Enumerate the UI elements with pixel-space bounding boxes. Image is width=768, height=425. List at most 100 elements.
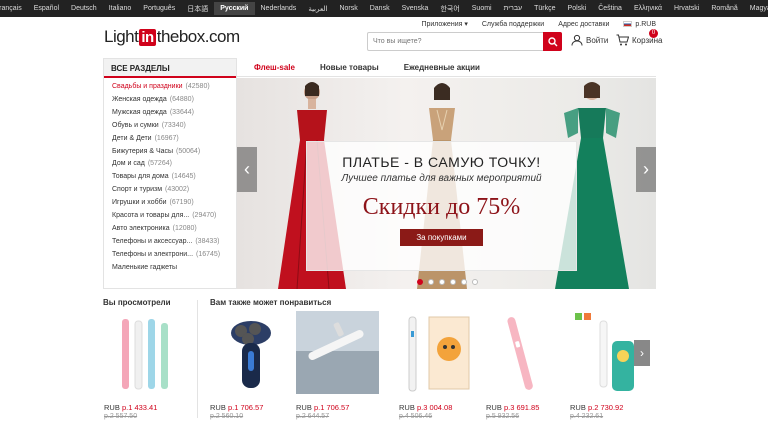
category-item[interactable]: Обувь и сумки (73340) [112,120,236,133]
category-count: (38433) [195,237,220,245]
category-count: (64880) [169,95,194,103]
language-link[interactable]: Magyar [744,5,768,12]
category-name: Обувь и сумки [112,121,159,129]
product-price: RUB р.1 706.57 [210,403,293,412]
banner-dot[interactable] [417,279,423,285]
language-link[interactable]: Română [705,5,743,12]
toothbrush-pastel-icon[interactable] [104,311,187,394]
language-link[interactable]: Italiano [103,5,138,12]
cart-label: Корзина [632,35,663,45]
category-item[interactable]: Женская одежда (64880) [112,94,236,107]
category-item[interactable]: Маленькие гаджеты [112,262,236,275]
category-count: (67190) [169,199,194,207]
login-link[interactable]: Войти [571,34,608,46]
category-item[interactable]: Телефоны и аксессуар... (38433) [112,236,236,249]
banner-dot[interactable] [472,279,478,285]
banner-dot[interactable] [428,279,434,285]
language-link[interactable]: 한국어 [434,4,465,14]
category-item[interactable]: Свадьбы и праздники (42580) [112,81,236,94]
recommended-title: Вам также может понравиться [210,298,332,307]
category-item[interactable]: Товары для дома (14645) [112,171,236,184]
category-count: (50064) [176,147,201,155]
product-price: RUB р.3 004.08 [399,403,482,412]
cart-count-badge: 0 [649,29,658,38]
category-name: Дети & Дети [112,134,152,142]
category-item[interactable]: Игрушки и хобби (67190) [112,197,236,210]
category-count: (16967) [154,134,179,142]
language-link[interactable]: Ελληνικά [628,5,668,12]
top-links: Приложения ▾ Служба поддержки Адрес дост… [421,17,656,31]
category-count: (57264) [147,160,172,168]
category-list: Свадьбы и праздники (42580) Женская одежда… [104,78,236,275]
apps-menu[interactable]: Приложения ▾ [421,20,467,28]
category-item[interactable]: Дети & Дети (16967) [112,133,236,146]
site-logo[interactable]: Light in thebox.com [104,27,240,47]
product-card[interactable]: RUB р.1 706.57 р.2 644.57 [296,311,379,420]
product-card[interactable]: RUB р.3 691.85 р.5 932.56 [486,311,569,420]
carousel-next-button[interactable]: › [634,340,650,366]
category-count: (73340) [161,121,186,129]
search-bar [367,32,562,51]
category-item[interactable]: Спорт и туризм (43002) [112,184,236,197]
cart-link[interactable]: Корзина 0 [616,29,663,46]
login-label: Войти [586,35,609,45]
language-link[interactable]: Hrvatski [668,5,705,12]
category-item[interactable]: Авто электроника (12080) [112,223,236,236]
shop-now-button[interactable]: За покупками [400,229,483,246]
language-link[interactable]: Español [28,5,65,12]
language-link[interactable]: Suomi [466,5,498,12]
tab-flash-sale[interactable]: Флеш-sale [254,58,295,76]
language-link[interactable]: Português [137,5,181,12]
logo-text-light: Light [104,27,139,46]
language-link[interactable]: עברית [498,5,529,12]
language-link[interactable]: Svenska [396,5,435,12]
section-divider [197,300,198,418]
product-old-price: р.5 932.56 [486,413,520,420]
category-item[interactable]: Телефоны и электрони... (16745) [112,249,236,262]
currency-code: RUB [486,403,502,412]
language-link[interactable]: Čeština [592,5,628,12]
toothbrush-box-icon[interactable] [399,311,482,394]
electric-shaver-icon[interactable] [210,311,293,394]
category-item[interactable]: Бижутерия & Часы (50064) [112,146,236,159]
language-link[interactable]: Dansk [364,5,396,12]
language-link[interactable]: Türkçe [528,5,561,12]
language-link[interactable]: Norsk [333,5,363,12]
banner-dot[interactable] [461,279,467,285]
shipping-address[interactable]: Адрес доставки [558,21,609,28]
hero-banner[interactable]: ПЛАТЬЕ - В САМУЮ ТОЧКУ! Лучшее платье дл… [237,78,656,289]
banner-dot[interactable] [450,279,456,285]
search-input[interactable] [368,33,543,50]
tab-new-products[interactable]: Новые товары [320,58,379,76]
search-button[interactable] [543,32,562,51]
language-link[interactable]: Русский [214,2,255,15]
promo-headline: ПЛАТЬЕ - В САМУЮ ТОЧКУ! [342,154,541,170]
category-name: Игрушки и хобби [112,199,167,207]
language-link[interactable]: 日本語 [181,4,214,14]
product-card[interactable]: RUB р.1 706.57 р.2 560.10 [210,311,293,420]
language-link[interactable]: Français [0,5,28,12]
product-price: RUB р.1 433.41 [104,403,187,412]
banner-next-button[interactable]: › [636,147,656,192]
category-item[interactable]: Красота и товары для... (29470) [112,210,236,223]
promo-card: ПЛАТЬЕ - В САМУЮ ТОЧКУ! Лучшее платье дл… [306,141,577,271]
tab-daily-deals[interactable]: Ежедневные акции [404,58,480,76]
toothbrush-pink-icon[interactable] [486,311,569,394]
banner-prev-button[interactable]: ‹ [237,147,257,192]
toothbrush-towel-icon[interactable] [296,311,379,394]
product-card[interactable]: RUB р.1 433.41 р.2 557.50 [104,311,187,420]
cart-icon [616,34,629,46]
language-link[interactable]: Nederlands [255,5,303,12]
product-card[interactable]: RUB р.3 004.08 р.4 506.46 [399,311,482,420]
category-item[interactable]: Дом и сад (57264) [112,158,236,171]
support-link[interactable]: Служба поддержки [482,21,544,28]
currency-selector[interactable]: р.RUB [623,21,656,28]
currency-code: RUB [570,403,586,412]
banner-dot[interactable] [439,279,445,285]
language-link[interactable]: العربية [302,5,333,13]
price-value: р.1 433.41 [121,403,158,412]
language-link[interactable]: Polski [562,5,593,12]
category-sidebar: ВСЕ РАЗДЕЛЫ Свадьбы и праздники (42580) Же… [103,58,237,289]
language-link[interactable]: Deutsch [65,5,103,12]
category-item[interactable]: Мужская одежда (33644) [112,107,236,120]
